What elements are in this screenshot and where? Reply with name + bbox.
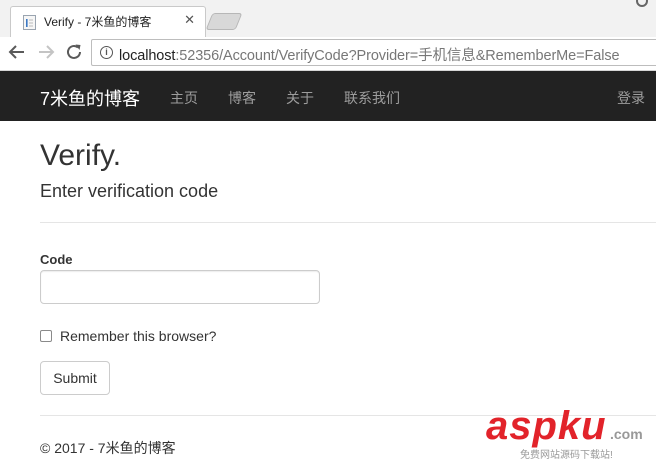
close-tab-icon[interactable]: ✕ [184,12,195,28]
code-label: Code [40,252,73,267]
browser-toolbar: i localhost:52356/Account/VerifyCode?Pro… [0,37,656,71]
url-text[interactable]: localhost:52356/Account/VerifyCode?Provi… [119,44,620,65]
url-path: :52356/Account/VerifyCode?Provider=手机信息&… [175,48,620,64]
info-icon[interactable]: i [100,46,113,59]
code-input[interactable] [40,270,320,304]
new-tab-button[interactable] [205,13,243,30]
page-icon [23,15,36,30]
footer-copyright: © 2017 - 7米鱼的博客 [40,440,176,456]
watermark-main-text: aspku [486,404,607,448]
nav-link-blog[interactable]: 博客 [228,88,256,108]
tab-title: Verify - 7米鱼的博客 [44,15,152,29]
form-divider [40,222,656,223]
profile-icon[interactable] [636,0,648,7]
page-title: Verify. [40,139,122,172]
address-bar[interactable]: i localhost:52356/Account/VerifyCode?Pro… [91,39,656,66]
remember-browser-label[interactable]: Remember this browser? [60,328,216,344]
nav-link-contact[interactable]: 联系我们 [344,88,400,108]
nav-link-home[interactable]: 主页 [170,88,198,108]
watermark-domain-text: .com [610,426,643,442]
back-arrow-icon[interactable] [5,40,29,64]
url-host: localhost [119,48,176,64]
reload-icon[interactable] [62,40,86,64]
page-subtitle: Enter verification code [40,181,219,201]
browser-tab-strip: Verify - 7米鱼的博客 ✕ [0,0,656,37]
site-brand-link[interactable]: 7米鱼的博客 [40,85,140,111]
submit-button[interactable]: Submit [40,361,110,395]
nav-link-login[interactable]: 登录 [617,88,645,108]
remember-browser-checkbox[interactable] [40,330,52,342]
watermark-logo: aspku .com 免费网站源码下载站! [486,404,654,461]
nav-link-about[interactable]: 关于 [286,88,314,108]
browser-tab[interactable]: Verify - 7米鱼的博客 ✕ [10,6,206,37]
forward-arrow-icon[interactable] [34,40,58,64]
watermark-subtitle: 免费网站源码下载站! [520,450,613,461]
site-navbar: 7米鱼的博客 主页 博客 关于 联系我们 登录 [0,71,656,121]
